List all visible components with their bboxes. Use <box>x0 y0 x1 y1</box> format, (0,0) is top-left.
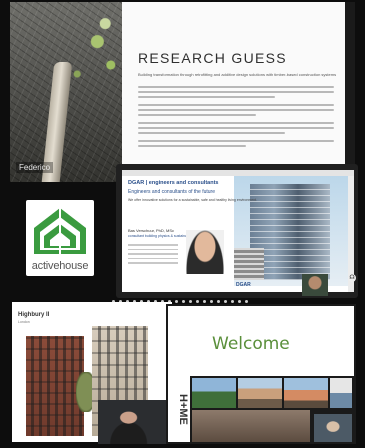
dgar-tagline: Engineers and consultants of the future <box>128 189 216 195</box>
speaker-bullets <box>128 244 178 267</box>
dgar-heading: DGAR | engineers and consultants <box>128 180 219 186</box>
highbury-subtitle: London <box>18 320 30 324</box>
speaker-name: Bas Verschuur, PhD, MSc <box>128 228 175 233</box>
speaker-portrait <box>186 230 224 274</box>
dgar-text-block: DGAR | engineers and consultants Enginee… <box>128 180 258 202</box>
project-photo-strip <box>192 410 310 442</box>
slide-title: RESEARCH GUESS <box>138 50 287 66</box>
dgar-small-logo: DGAR <box>236 282 251 288</box>
speaker-role: consultant building physics & sustainabi… <box>128 234 194 238</box>
participant-name-label: Federico <box>16 162 54 173</box>
research-tile[interactable]: Federico RESEARCH GUESS Building transfo… <box>10 2 355 182</box>
participant-webcam <box>314 414 352 442</box>
hme-sidebar: H+ME <box>168 376 190 442</box>
slide-paragraph <box>138 104 334 119</box>
hme-logo: H+ME <box>177 393 189 425</box>
activehouse-wordmark: activehouse <box>31 260 89 272</box>
slide-paragraph <box>138 140 334 150</box>
project-photo <box>238 378 282 408</box>
welcome-slide: Welcome <box>168 306 354 376</box>
slide-paragraph <box>138 122 334 137</box>
tile-edge <box>345 2 355 182</box>
slide-subtitle: Building transformation through retrofit… <box>138 72 337 77</box>
welcome-title: Welcome <box>212 334 290 354</box>
activehouse-logo-icon <box>34 208 86 254</box>
highbury-title: Highbury II <box>18 312 50 318</box>
headset-icon[interactable]: ☊ <box>348 274 356 282</box>
project-photo <box>192 378 236 408</box>
project-photo <box>330 378 352 408</box>
project-photo <box>284 378 328 408</box>
participant-webcam <box>98 400 166 444</box>
participant-webcam <box>302 274 328 296</box>
research-slide: RESEARCH GUESS Building transformation t… <box>122 2 345 182</box>
dgar-presentation-tile[interactable]: DGAR | engineers and consultants Enginee… <box>116 164 358 298</box>
dgar-mission: We offer innovative solutions for a sust… <box>128 198 258 202</box>
activehouse-tile[interactable]: activehouse <box>26 200 94 276</box>
shared-screen-window: DGAR | engineers and consultants Enginee… <box>122 170 354 296</box>
slide-thumbnail-strip <box>112 290 282 303</box>
welcome-tile[interactable]: Welcome H+ME <box>166 304 356 444</box>
low-building-photo <box>234 248 264 280</box>
slide-paragraph <box>138 86 334 101</box>
